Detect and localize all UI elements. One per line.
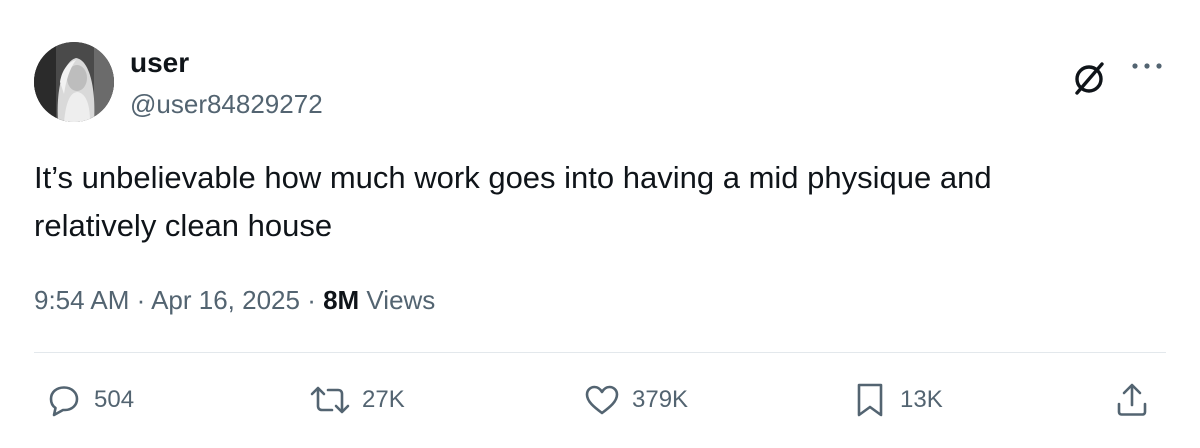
share-icon xyxy=(1117,383,1147,416)
reply-button[interactable]: 504 xyxy=(44,380,134,420)
bookmark-icon xyxy=(857,383,883,417)
tweet-text: It’s unbelievable how much work goes int… xyxy=(34,154,1154,250)
like-count: 379K xyxy=(632,386,689,413)
reply-count: 504 xyxy=(94,386,135,413)
tweet-text-line: relatively clean house xyxy=(34,208,333,243)
bookmark-button[interactable]: 13K xyxy=(850,380,943,420)
share-button[interactable] xyxy=(1112,380,1152,420)
tweet-date[interactable]: Apr 16, 2025 xyxy=(151,285,300,315)
meta-separator: · xyxy=(129,285,152,315)
tweet-time[interactable]: 9:54 AM xyxy=(34,285,129,315)
bookmark-count: 13K xyxy=(900,386,943,413)
reply-icon xyxy=(49,386,79,417)
tweet-card: user @user84829272 It’s unbelievable how… xyxy=(0,0,1200,448)
author-handle[interactable]: @user84829272 xyxy=(130,88,323,120)
avatar-statue-image xyxy=(34,42,114,122)
avatar[interactable] xyxy=(34,42,114,122)
repost-button[interactable]: 27K xyxy=(308,380,405,420)
like-button[interactable]: 379K xyxy=(582,380,688,420)
grok-icon[interactable] xyxy=(1068,58,1110,100)
tweet-text-line: It’s unbelievable how much work goes int… xyxy=(34,160,992,195)
repost-icon xyxy=(310,386,350,414)
meta-separator: · xyxy=(299,285,324,315)
author-display-name[interactable]: user xyxy=(130,46,189,80)
repost-count: 27K xyxy=(362,386,405,413)
views-count: 8M xyxy=(323,285,360,315)
views-label: Views xyxy=(359,285,436,315)
more-options-icon[interactable] xyxy=(1130,58,1164,82)
like-icon xyxy=(585,385,619,415)
divider xyxy=(34,352,1166,353)
tweet-meta: 9:54 AM · Apr 16, 2025 · 8M Views xyxy=(34,282,435,318)
